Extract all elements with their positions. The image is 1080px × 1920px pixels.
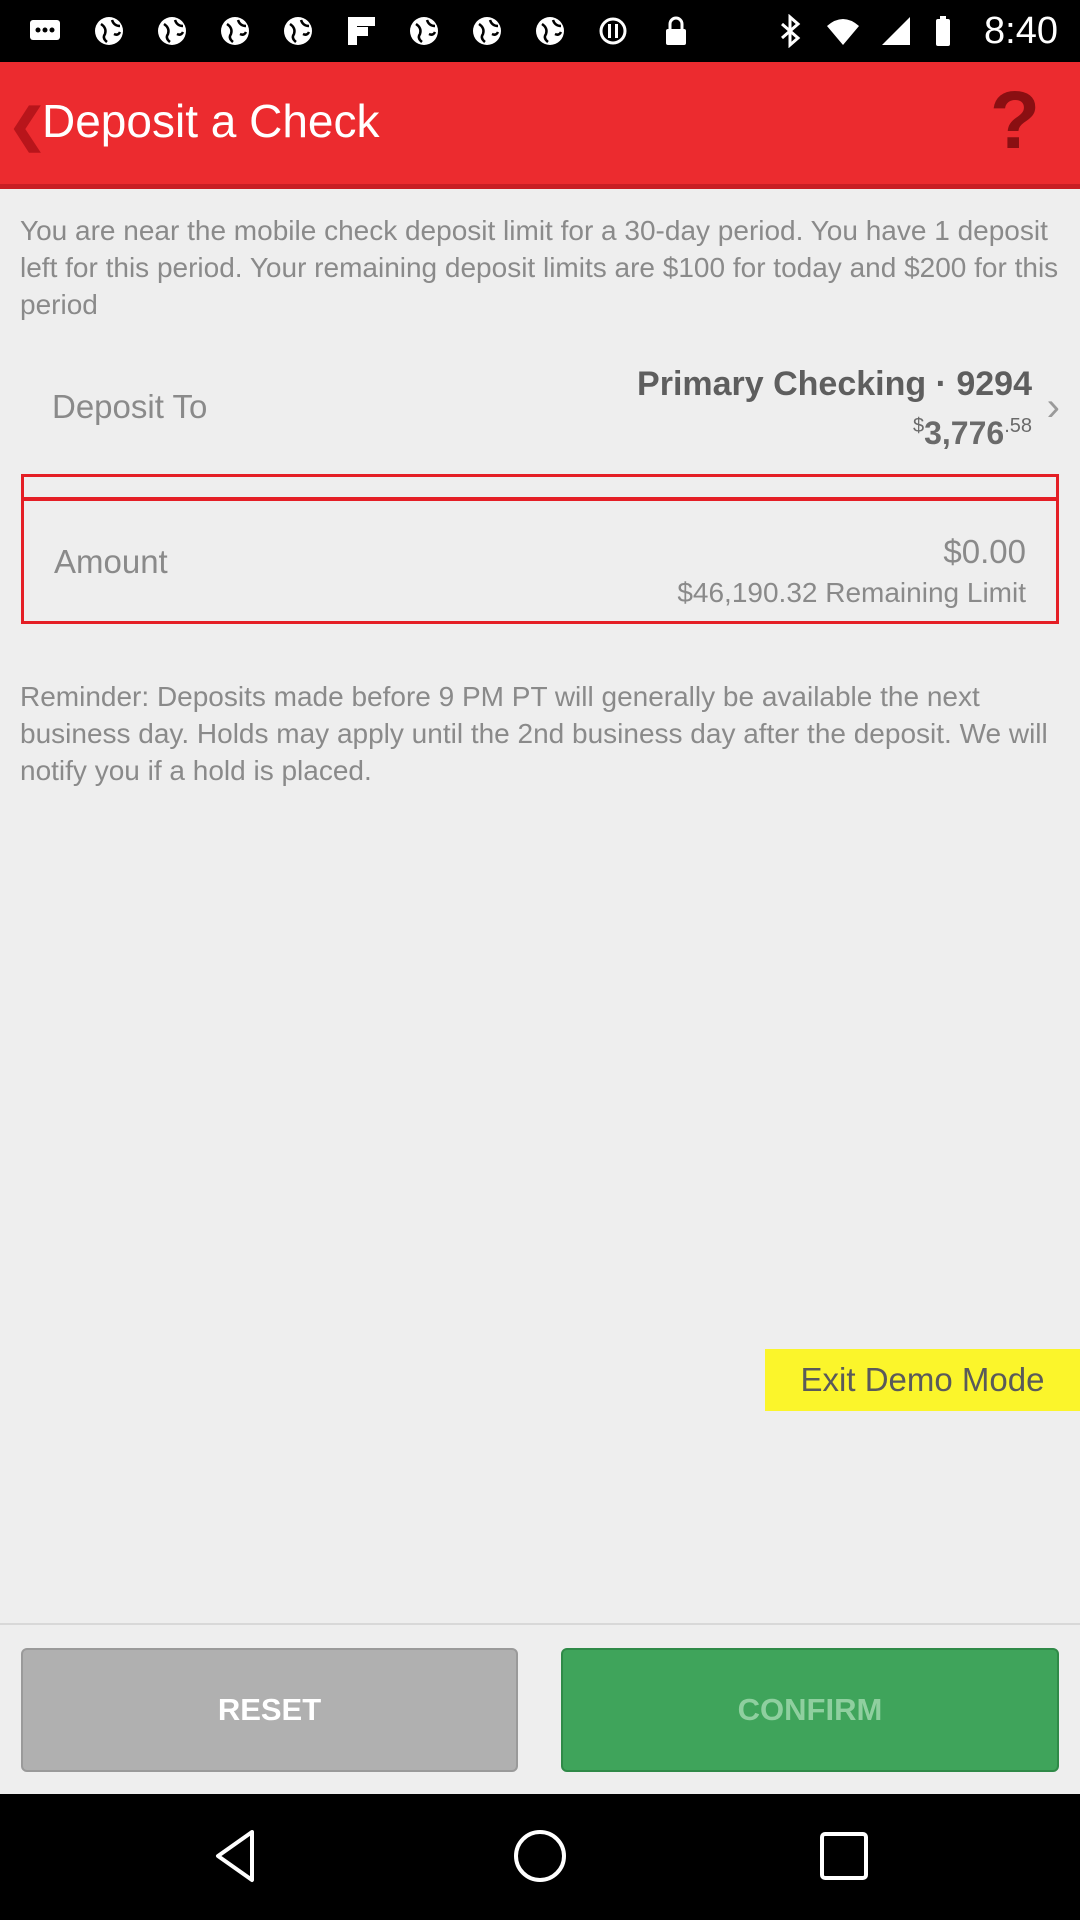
deposit-to-row[interactable]: Deposit To Primary Checking · 9294 $3,77…	[20, 355, 1060, 465]
globe-icon	[92, 14, 126, 48]
deposit-reminder: Reminder: Deposits made before 9 PM PT w…	[20, 681, 1048, 786]
battery-icon	[926, 14, 960, 48]
message-icon	[28, 14, 62, 48]
globe-icon	[470, 14, 504, 48]
amount-field[interactable]: Amount $0.00 $46,190.32 Remaining Limit	[21, 498, 1059, 624]
account-name: Primary Checking · 9294	[637, 365, 1032, 403]
globe-icon	[218, 14, 252, 48]
amount-highlight-strip	[21, 474, 1059, 500]
bottom-divider	[0, 1623, 1080, 1625]
amount-value: $0.00	[943, 533, 1026, 570]
back-nav-icon[interactable]	[204, 1824, 268, 1888]
recents-nav-icon[interactable]	[812, 1824, 876, 1888]
signal-icon	[879, 14, 913, 48]
remaining-limit: $46,190.32 Remaining Limit	[677, 577, 1026, 608]
status-bar: 8:40	[0, 0, 1080, 62]
globe-icon	[407, 14, 441, 48]
globe-icon	[281, 14, 315, 48]
amount-label: Amount	[54, 543, 168, 580]
bluetooth-icon	[773, 14, 807, 48]
confirm-button[interactable]: CONFIRM	[561, 1648, 1059, 1772]
sync-icon	[596, 14, 630, 48]
reset-button[interactable]: RESET	[21, 1648, 518, 1772]
balance-cents: .58	[1004, 415, 1032, 437]
deposit-to-label: Deposit To	[52, 388, 208, 425]
balance-main: 3,776	[924, 415, 1005, 451]
globe-icon	[533, 14, 567, 48]
navigation-bar	[0, 1794, 1080, 1920]
status-time: 8:40	[984, 10, 1058, 52]
home-nav-icon[interactable]	[508, 1824, 572, 1888]
chevron-left-icon[interactable]: ❮	[8, 98, 47, 152]
deposit-limit-notice: You are near the mobile check deposit li…	[20, 215, 1059, 320]
chevron-right-icon: ›	[1046, 385, 1060, 429]
page-title: Deposit a Check	[42, 95, 380, 147]
globe-icon	[155, 14, 189, 48]
exit-demo-mode-button[interactable]: Exit Demo Mode	[765, 1349, 1080, 1411]
app-header: ❮ Deposit a Check ?	[0, 62, 1080, 189]
balance-currency: $	[912, 415, 925, 437]
wifi-icon	[826, 14, 860, 48]
flipboard-icon	[344, 14, 378, 48]
account-balance: $3,776.58	[913, 415, 1032, 452]
help-button[interactable]: ?	[990, 80, 1040, 162]
lock-icon	[659, 14, 693, 48]
